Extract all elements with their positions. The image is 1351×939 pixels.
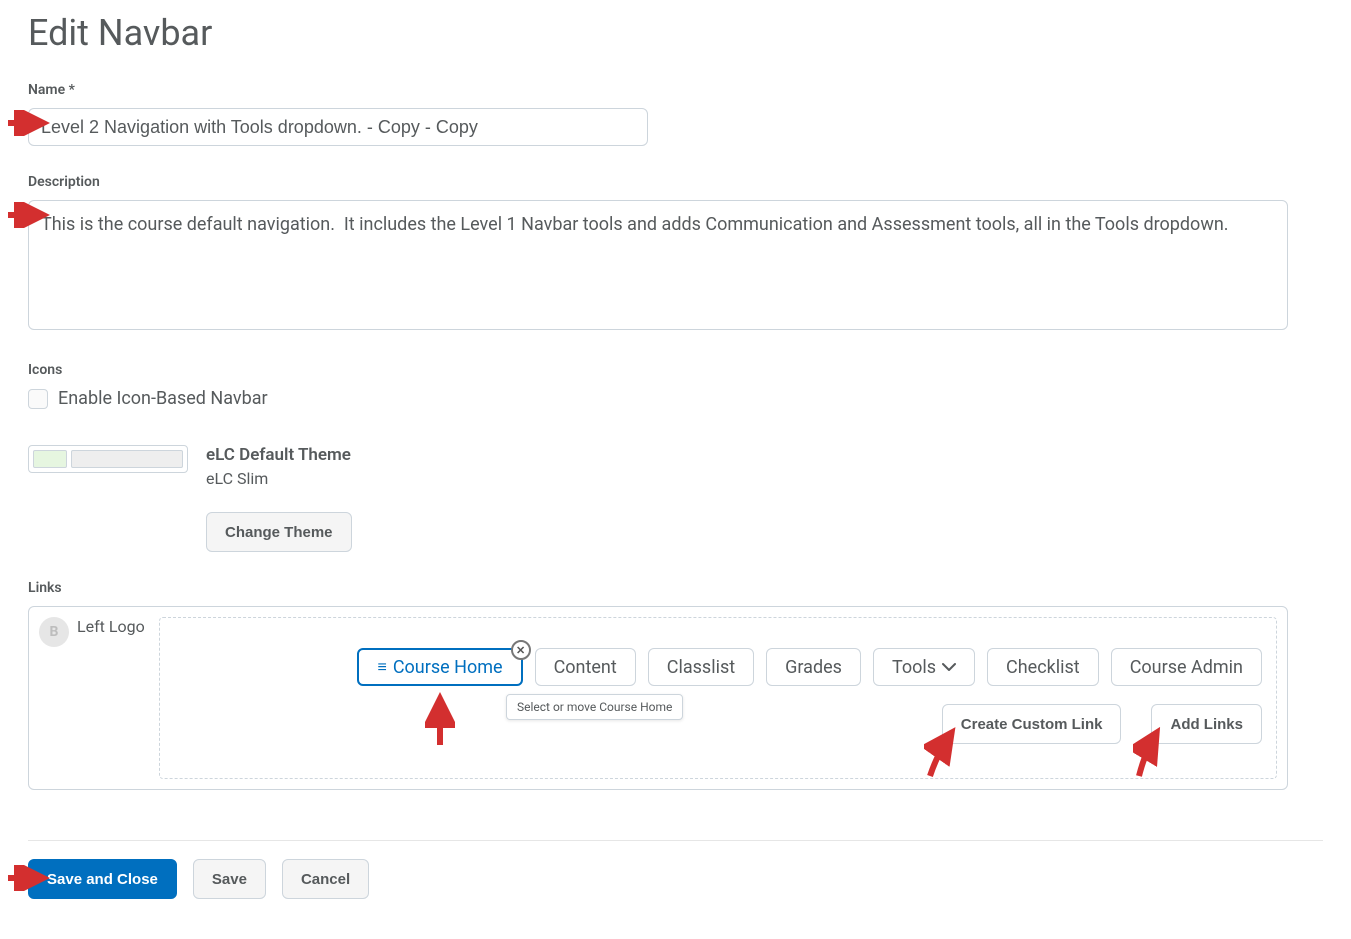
- navbar-link-label: Checklist: [1006, 657, 1080, 678]
- page-title: Edit Navbar: [28, 12, 1323, 54]
- chevron-down-icon: [942, 662, 956, 672]
- navbar-link-content[interactable]: Content: [535, 648, 636, 686]
- name-input[interactable]: [28, 108, 648, 146]
- change-theme-button[interactable]: Change Theme: [206, 512, 352, 552]
- navbar-link-label: Content: [554, 657, 617, 678]
- create-custom-link-button[interactable]: Create Custom Link: [942, 704, 1122, 744]
- navbar-link-label: Grades: [785, 657, 842, 678]
- save-and-close-button[interactable]: Save and Close: [28, 859, 177, 899]
- link-tooltip: Select or move Course Home: [506, 694, 683, 720]
- save-button[interactable]: Save: [193, 859, 266, 899]
- navbar-link-classlist[interactable]: Classlist: [648, 648, 754, 686]
- links-container: B Left Logo ≡ Course Home ✕ Content Classlis…: [28, 606, 1288, 790]
- logo-placeholder-icon: B: [39, 617, 69, 647]
- name-section: Name *: [28, 82, 1323, 146]
- description-section: Description: [28, 174, 1323, 334]
- enable-icon-navbar-label: Enable Icon-Based Navbar: [58, 388, 268, 409]
- description-label: Description: [28, 174, 1323, 190]
- footer-actions: Save and Close Save Cancel: [28, 840, 1323, 899]
- navbar-link-label: Classlist: [667, 657, 735, 678]
- remove-link-icon[interactable]: ✕: [511, 640, 531, 660]
- navbar-link-tools[interactable]: Tools: [873, 648, 975, 686]
- navbar-link-course-admin[interactable]: Course Admin: [1111, 648, 1262, 686]
- drag-handle-icon[interactable]: ≡: [377, 657, 386, 677]
- links-section: Links B Left Logo ≡ Course Home ✕ Content Cl…: [28, 580, 1323, 790]
- navbar-link-label: Course Home: [393, 657, 503, 678]
- theme-title: eLC Default Theme: [206, 445, 352, 465]
- navbar-link-checklist[interactable]: Checklist: [987, 648, 1099, 686]
- name-label: Name *: [28, 82, 1323, 98]
- navbar-link-label: Tools: [892, 657, 936, 678]
- links-drop-zone[interactable]: ≡ Course Home ✕ Content Classlist Grades Tools…: [159, 617, 1277, 779]
- theme-section: eLC Default Theme eLC Slim Change Theme: [28, 445, 1323, 552]
- left-logo-slot: B Left Logo: [39, 617, 149, 779]
- icons-label: Icons: [28, 362, 1323, 378]
- add-links-button[interactable]: Add Links: [1151, 704, 1262, 744]
- links-label: Links: [28, 580, 1323, 596]
- cancel-button[interactable]: Cancel: [282, 859, 369, 899]
- theme-thumbnail: [28, 445, 188, 473]
- enable-icon-navbar-checkbox[interactable]: [28, 389, 48, 409]
- navbar-link-label: Course Admin: [1130, 657, 1243, 678]
- description-input[interactable]: [28, 200, 1288, 330]
- theme-subtitle: eLC Slim: [206, 469, 352, 488]
- navbar-link-grades[interactable]: Grades: [766, 648, 861, 686]
- icons-section: Icons Enable Icon-Based Navbar: [28, 362, 1323, 409]
- navbar-link-course-home[interactable]: ≡Course Home✕: [357, 648, 522, 686]
- left-logo-label: Left Logo: [77, 617, 145, 638]
